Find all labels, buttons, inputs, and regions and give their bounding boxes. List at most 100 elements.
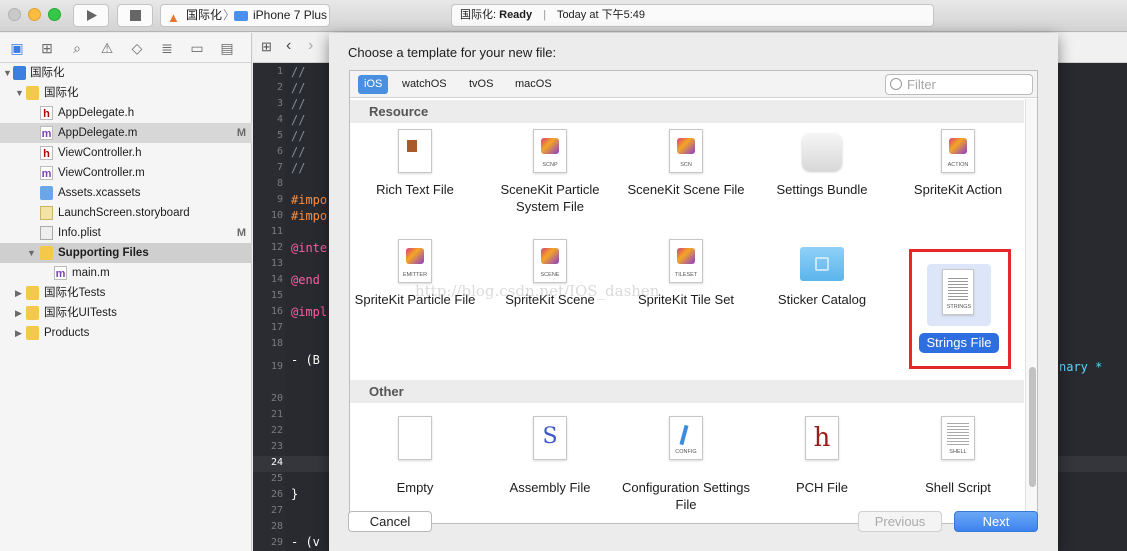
run-button[interactable] <box>73 4 109 27</box>
template-assembly-file[interactable]: S Assembly File <box>485 416 615 506</box>
settings-bundle-icon <box>802 133 842 171</box>
code-line: #impo <box>291 209 328 223</box>
navigator-item-group[interactable]: ▼ 国际化 <box>0 83 252 103</box>
m-file-icon: m <box>54 266 67 280</box>
grid-icon[interactable]: ⊞ <box>261 39 272 55</box>
source-control-tab-icon[interactable]: ⊞ <box>39 40 55 57</box>
navigator-item-label: Supporting Files <box>58 247 149 259</box>
disclosure-open-icon[interactable]: ▼ <box>27 243 36 263</box>
template-scenekit-particle[interactable]: SCNP SceneKit Particle System File <box>485 129 615 219</box>
scheme-selector[interactable]: ▲ 国际化 〉 iPhone 7 Plus <box>160 4 330 27</box>
filter-input[interactable]: Filter <box>885 74 1033 95</box>
navigator-item-file[interactable]: Info.plist M <box>0 223 252 243</box>
report-tab-icon[interactable]: ▤ <box>219 40 235 57</box>
scheme-project-label: 国际化 <box>186 8 223 22</box>
stop-button[interactable] <box>117 4 153 27</box>
navigator-item-group[interactable]: ▶ 国际化UITests <box>0 303 252 323</box>
navigator-item-file[interactable]: m AppDelegate.m M <box>0 123 252 143</box>
navigator-item-label: ViewController.h <box>58 147 142 159</box>
minimize-window-button[interactable] <box>28 8 41 21</box>
tab-tvos[interactable]: tvOS <box>463 75 499 94</box>
navigator-item-label: Products <box>44 327 90 339</box>
disclosure-closed-icon[interactable]: ▶ <box>15 323 22 343</box>
template-name: Sticker Catalog <box>777 292 867 307</box>
scrollbar-thumb[interactable] <box>1029 367 1036 487</box>
template-shell-script[interactable]: SHELL Shell Script <box>893 416 1023 506</box>
line-number: 21 <box>270 409 283 420</box>
selected-template-name: Strings File <box>919 333 999 353</box>
template-configuration-settings[interactable]: CONFIG Configuration Settings File <box>621 416 751 512</box>
navigator-item-label: Info.plist <box>58 227 101 239</box>
spritekit-tileset-icon: TILESET <box>669 239 703 283</box>
disclosure-closed-icon[interactable]: ▶ <box>15 303 22 323</box>
navigator-item-project[interactable]: ▼ 国际化 <box>0 63 252 83</box>
strings-file-icon: STRINGS <box>942 269 974 315</box>
assets-icon <box>40 186 53 200</box>
template-scenekit-scene[interactable]: SCN SceneKit Scene File <box>621 129 751 219</box>
template-scrollbar[interactable] <box>1025 99 1037 523</box>
code-line: nary * <box>1059 360 1103 374</box>
template-name: Configuration Settings File <box>622 480 750 512</box>
search-tab-icon[interactable]: ⌕ <box>69 40 85 57</box>
icon-tag: SHELL <box>949 449 967 455</box>
navigator-item-file[interactable]: Assets.xcassets <box>0 183 252 203</box>
navigator-item-group[interactable]: ▶ Products <box>0 323 252 343</box>
empty-file-icon <box>398 416 432 460</box>
next-button[interactable]: Next <box>954 511 1038 532</box>
close-window-button[interactable] <box>8 8 21 21</box>
navigator-item-group[interactable]: ▼ Supporting Files <box>0 243 252 263</box>
navigator-item-file[interactable]: h ViewController.h <box>0 143 252 163</box>
device-icon <box>234 11 248 21</box>
disclosure-closed-icon[interactable]: ▶ <box>15 283 22 303</box>
test-tab-icon[interactable]: ◇ <box>129 40 145 57</box>
folder-icon <box>26 306 39 320</box>
disclosure-open-icon[interactable]: ▼ <box>15 83 24 103</box>
code-line: // <box>291 161 306 175</box>
previous-button[interactable]: Previous <box>858 511 942 532</box>
scenekit-particle-icon: SCNP <box>533 129 567 173</box>
template-rich-text-file[interactable]: Rich Text File <box>350 129 480 219</box>
template-pch-file[interactable]: h PCH File <box>757 416 887 506</box>
template-name: PCH File <box>795 480 848 495</box>
icon-tag: SCNP <box>542 162 558 168</box>
template-sticker-catalog[interactable]: Sticker Catalog <box>757 239 887 329</box>
line-number: 3 <box>276 98 283 109</box>
tab-ios[interactable]: iOS <box>358 75 389 94</box>
scheme-app-icon: ▲ <box>167 10 180 25</box>
icon-tag: EMITTER <box>402 272 428 278</box>
cancel-button[interactable]: Cancel <box>348 511 432 532</box>
spritekit-particle-icon: EMITTER <box>398 239 432 283</box>
tab-macos[interactable]: macOS <box>509 75 558 94</box>
template-name: Settings Bundle <box>776 182 868 197</box>
config-file-icon: CONFIG <box>669 416 703 460</box>
play-icon <box>87 10 97 21</box>
shell-script-icon: SHELL <box>941 416 975 460</box>
template-empty[interactable]: Empty <box>350 416 480 506</box>
navigator-item-file[interactable]: m ViewController.m <box>0 163 252 183</box>
breakpoint-tab-icon[interactable]: ▭ <box>189 40 205 57</box>
navigator-item-file[interactable]: LaunchScreen.storyboard <box>0 203 252 223</box>
line-number: 15 <box>270 290 283 301</box>
line-number: 23 <box>270 441 283 452</box>
template-spritekit-action[interactable]: ACTION SpriteKit Action <box>893 129 1023 219</box>
code-line: // <box>291 145 306 159</box>
zoom-window-button[interactable] <box>48 8 61 21</box>
line-number: 28 <box>270 521 283 532</box>
navigator-item-group[interactable]: ▶ 国际化Tests <box>0 283 252 303</box>
line-number: 1 <box>276 66 283 77</box>
tab-watchos[interactable]: watchOS <box>396 75 453 94</box>
line-number: 27 <box>270 505 283 516</box>
scenekit-scene-icon: SCN <box>669 129 703 173</box>
forward-arrow-icon[interactable]: › <box>308 37 313 55</box>
icon-tag: STRINGS <box>946 304 972 310</box>
navigator-item-file[interactable]: h AppDelegate.h <box>0 103 252 123</box>
code-line: // <box>291 97 306 111</box>
back-arrow-icon[interactable]: ‹ <box>286 37 291 55</box>
disclosure-open-icon[interactable]: ▼ <box>3 63 12 83</box>
issue-tab-icon[interactable]: ⚠ <box>99 40 115 57</box>
navigator-item-file[interactable]: m main.m <box>0 263 252 283</box>
template-settings-bundle[interactable]: Settings Bundle <box>757 129 887 219</box>
spritekit-action-icon: ACTION <box>941 129 975 173</box>
debug-tab-icon[interactable]: ≣ <box>159 40 175 57</box>
folder-tab-icon[interactable]: ▣ <box>9 40 25 57</box>
